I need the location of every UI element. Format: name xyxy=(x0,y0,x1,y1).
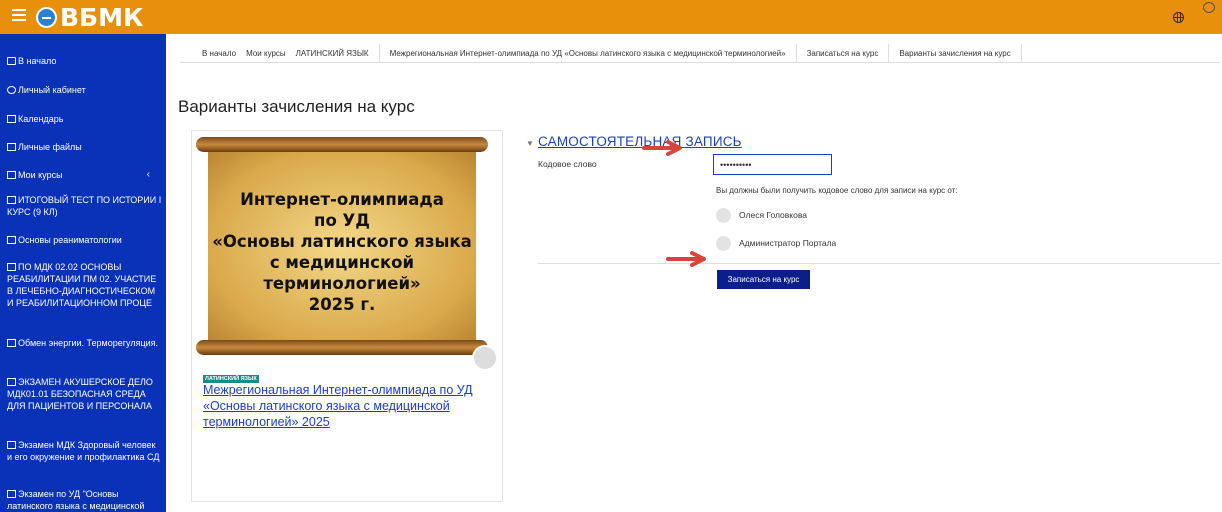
breadcrumb-separator xyxy=(795,43,797,63)
chat-icon[interactable] xyxy=(1203,2,1215,13)
sidebar-course-item[interactable]: ИТОГОВЫЙ ТЕСТ ПО ИСТОРИИ I КУРС (9 КЛ) xyxy=(7,194,162,218)
breadcrumb-item[interactable]: Записаться на курс xyxy=(807,49,879,58)
sidebar-item-files[interactable]: Личные файлы xyxy=(7,141,162,153)
graduation-cap-icon xyxy=(7,171,16,179)
divider xyxy=(538,263,1220,264)
teacher-entry[interactable]: Администратор Портала xyxy=(716,235,836,251)
scroll-rod-top xyxy=(196,137,488,152)
keyword-info-text: Вы должны были получить кодовое слово дл… xyxy=(716,186,958,195)
breadcrumb-item: Варианты зачисления на курс xyxy=(899,48,1011,58)
breadcrumb-item[interactable]: ЛАТИНСКИЙ ЯЗЫК xyxy=(296,49,369,58)
course-title-link[interactable]: Межрегиональная Интернет-олимпиада по УД… xyxy=(203,382,493,430)
avatar xyxy=(716,235,731,251)
sidebar-course-item[interactable]: Основы реаниматологии xyxy=(7,234,162,246)
dashboard-icon xyxy=(7,86,16,94)
hamburger-icon[interactable] xyxy=(12,9,26,23)
keyword-input[interactable] xyxy=(713,154,832,175)
sidebar-item-calendar[interactable]: Календарь xyxy=(7,113,162,125)
folder-icon xyxy=(7,441,16,449)
chevron-left-icon: ‹ xyxy=(146,169,150,180)
breadcrumb-item[interactable]: Мои курсы xyxy=(246,49,286,58)
breadcrumb-separator xyxy=(378,43,380,63)
sidebar-course-item[interactable]: Обмен энергии. Терморегуляция. xyxy=(7,337,162,349)
breadcrumb-separator xyxy=(1020,43,1022,63)
teacher-name: Администратор Портала xyxy=(739,238,837,248)
annotation-arrow-icon xyxy=(642,140,682,156)
sidebar-course-item[interactable]: Экзамен МДК Здоровый человек и его окруж… xyxy=(7,439,162,463)
sidebar: В начало Личный кабинет Календарь Личные… xyxy=(0,34,166,512)
breadcrumb-item[interactable]: Межрегиональная Интернет-олимпиада по УД… xyxy=(390,49,786,58)
folder-icon xyxy=(7,263,16,271)
breadcrumb-separator xyxy=(888,43,890,63)
folder-icon xyxy=(7,339,16,347)
course-image[interactable]: Интернет-олимпиада по УД «Основы латинск… xyxy=(192,135,492,358)
site-logo[interactable]: ВБМК xyxy=(36,2,144,32)
sidebar-item-dashboard[interactable]: Личный кабинет xyxy=(7,84,162,96)
chevron-down-icon[interactable]: ▼ xyxy=(526,139,534,148)
scroll-rod-bottom xyxy=(196,340,488,355)
annotation-arrow-icon xyxy=(666,251,706,267)
page-title: Варианты зачисления на курс xyxy=(178,97,415,116)
top-navbar: ВБМК xyxy=(0,0,1222,34)
sidebar-course-item[interactable]: Экзамен по УД "Основы латинского языка с… xyxy=(7,488,162,512)
teacher-entry[interactable]: Олеся Головкова xyxy=(716,207,807,223)
logo-emblem-icon xyxy=(36,6,57,28)
course-image-text: Интернет-олимпиада по УД «Основы латинск… xyxy=(212,190,472,314)
enrol-button[interactable]: Записаться на курс xyxy=(717,270,810,289)
folder-icon xyxy=(7,378,16,386)
avatar xyxy=(716,207,731,223)
teacher-avatar xyxy=(472,345,498,371)
breadcrumb-item[interactable]: В начало xyxy=(202,49,236,58)
keyword-label: Кодовое слово xyxy=(538,159,597,169)
sidebar-course-item[interactable]: ЭКЗАМЕН АКУШЕРСКОЕ ДЕЛО МДК01.01 БЕЗОПАС… xyxy=(7,376,162,412)
folder-icon xyxy=(7,196,16,204)
course-card: Интернет-олимпиада по УД «Основы латинск… xyxy=(191,130,503,502)
sidebar-item-my-courses[interactable]: Мои курсы ‹ xyxy=(7,169,162,181)
self-enrolment-title[interactable]: САМОСТОЯТЕЛЬНАЯ ЗАПИСЬ xyxy=(538,134,742,149)
folder-icon xyxy=(7,236,16,244)
folder-icon xyxy=(7,490,16,498)
sidebar-item-home[interactable]: В начало xyxy=(7,55,162,67)
sidebar-course-item[interactable]: ПО МДК 02.02 ОСНОВЫ РЕАБИЛИТАЦИИ ПМ 02. … xyxy=(7,261,162,309)
file-icon xyxy=(7,143,16,151)
home-icon xyxy=(7,57,16,65)
breadcrumb: В начало Мои курсы ЛАТИНСКИЙ ЯЗЫК Межрег… xyxy=(180,43,1220,63)
logo-text: ВБМК xyxy=(60,2,144,32)
teacher-name: Олеся Головкова xyxy=(739,210,807,220)
globe-icon[interactable] xyxy=(1173,12,1184,23)
calendar-icon xyxy=(7,115,16,123)
